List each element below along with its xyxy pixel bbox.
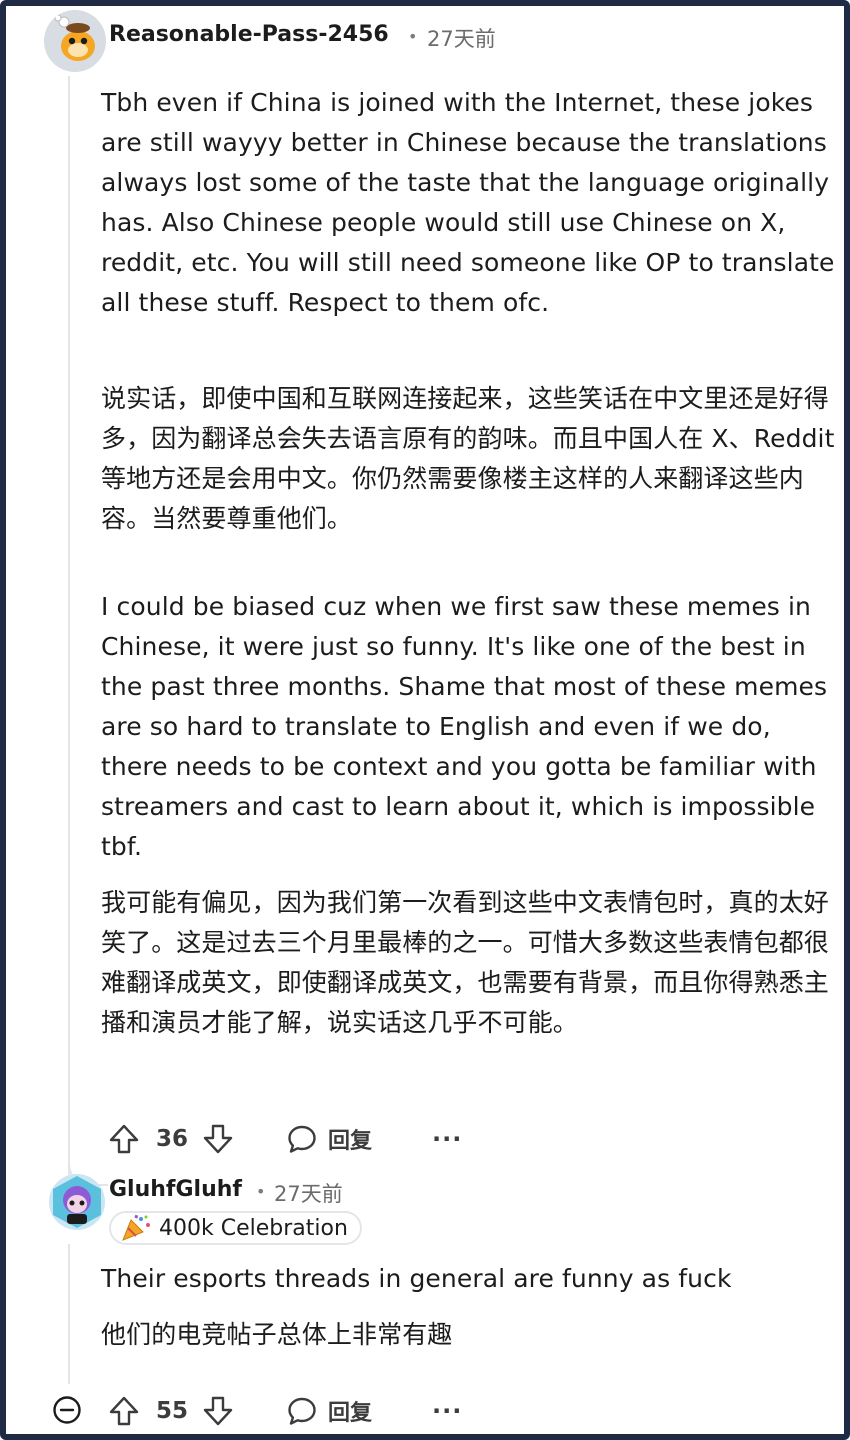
user-flair: 400k Celebration [109, 1211, 362, 1245]
arrow-up-icon [109, 1124, 139, 1154]
meta-separator: • [408, 27, 418, 46]
timestamp[interactable]: 27天前 [274, 1178, 343, 1208]
snoo-avatar-icon [44, 10, 106, 72]
comment-paragraph: 我可能有偏见，因为我们第一次看到这些中文表情包时，真的太好笑了。这是过去三个月里… [101, 888, 829, 1037]
party-popper-icon [122, 1214, 150, 1241]
comment-paragraph: I could be biased cuz when we first saw … [101, 592, 828, 861]
flair-label: 400k Celebration [159, 1215, 348, 1241]
username[interactable]: Reasonable-Pass-2456 [109, 22, 389, 47]
arrow-up-icon [109, 1396, 139, 1426]
reply-label: 回复 [328, 1401, 373, 1426]
reply-label: 回复 [328, 1129, 373, 1154]
upvote-button[interactable] [106, 1393, 142, 1429]
arrow-down-icon [203, 1124, 233, 1154]
meta-separator: • [256, 1182, 266, 1201]
comment-paragraph: Tbh even if China is joined with the Int… [101, 88, 835, 317]
minus-circle-icon [53, 1396, 81, 1424]
username[interactable]: GluhfGluhf [109, 1177, 242, 1202]
speech-bubble-icon [288, 1125, 316, 1153]
downvote-button[interactable] [200, 1393, 236, 1429]
thread-line-reply[interactable] [68, 1244, 70, 1384]
comment-paragraph: 说实话，即使中国和互联网连接起来，这些笑话在中文里还是好得多，因为翻译总会失去语… [101, 384, 835, 533]
more-options-button[interactable]: ··· [432, 1125, 462, 1153]
avatar[interactable] [44, 10, 106, 72]
upvote-button[interactable] [106, 1121, 142, 1157]
thread-line-main[interactable] [68, 76, 70, 1186]
screenshot-frame: Reasonable-Pass-2456 • 27天前 Tbh even if … [0, 0, 850, 1440]
comment-paragraph: Their esports threads in general are fun… [101, 1264, 732, 1293]
avatar[interactable] [49, 1174, 105, 1230]
timestamp[interactable]: 27天前 [427, 23, 496, 53]
comment-actions: 36 回复 ··· [106, 1119, 462, 1159]
speech-bubble-icon [288, 1397, 316, 1425]
comment-paragraph: 他们的电竞帖子总体上非常有趣 [101, 1320, 453, 1349]
reply-button[interactable]: 回复 [286, 1123, 372, 1155]
vote-count: 36 [156, 1126, 189, 1152]
collapse-thread-button[interactable] [52, 1395, 82, 1425]
arrow-down-icon [203, 1396, 233, 1426]
reply-button[interactable]: 回复 [286, 1395, 372, 1427]
comment-actions: 55 回复 ··· [106, 1391, 462, 1431]
snoo-avatar-icon [53, 1176, 101, 1228]
vote-count: 55 [156, 1398, 189, 1424]
downvote-button[interactable] [200, 1121, 236, 1157]
more-options-button[interactable]: ··· [432, 1397, 462, 1425]
